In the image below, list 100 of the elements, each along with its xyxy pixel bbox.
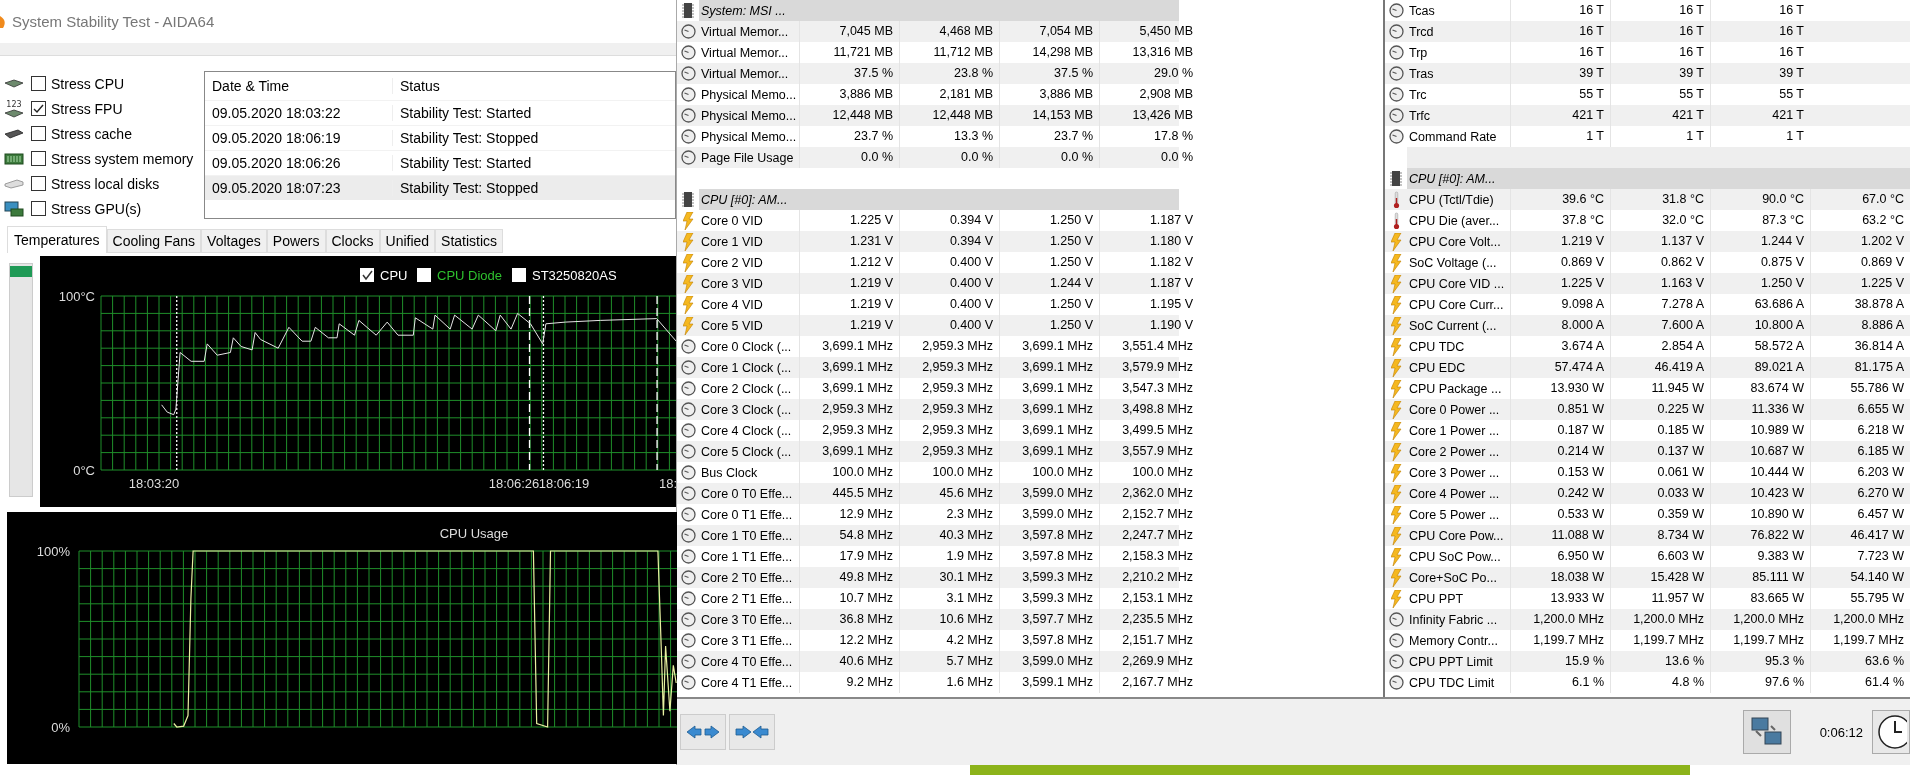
sensor-value: 0.400 V: [899, 315, 999, 336]
table-row[interactable]: Trfc 421 T 421 T 421 T: [1385, 105, 1910, 126]
sensor-value: 39 T: [1510, 63, 1610, 84]
sensor-value: 39 T: [1710, 63, 1810, 84]
sensor-value: 0.394 V: [899, 231, 999, 252]
log-row[interactable]: 09.05.2020 18:06:19 Stability Test: Stopped: [205, 125, 675, 150]
arrows-in-button[interactable]: [729, 714, 775, 750]
checkbox[interactable]: [31, 151, 46, 166]
table-row[interactable]: Tras 39 T 39 T 39 T: [1385, 63, 1910, 84]
gauge-icon: [680, 528, 696, 543]
tab[interactable]: Voltages: [201, 229, 267, 253]
column-header[interactable]: Status: [393, 78, 440, 94]
table-row[interactable]: CPU EDC 57.474 A 46.419 A 89.021 A 81.175 A: [1385, 357, 1910, 378]
table-row[interactable]: Trcd 16 T 16 T 16 T: [1385, 21, 1910, 42]
legend-checkbox[interactable]: [416, 268, 431, 282]
legend-label: CPU Diode: [436, 268, 502, 283]
legend-checkbox[interactable]: [359, 268, 374, 282]
scroll-bar[interactable]: [9, 263, 33, 497]
table-row[interactable]: Core 4 Power ... 0.242 W 0.033 W 10.423 W 6.270 W: [1385, 483, 1910, 504]
sensor-value: 49.8 MHz: [799, 567, 899, 588]
sensor-label: Memory Contr...: [1408, 633, 1499, 648]
sensor-value: 1.6 MHz: [899, 672, 999, 693]
legend-label: ST3250820AS: [531, 268, 617, 283]
sensor-value: 8.000 A: [1510, 315, 1610, 336]
table-row[interactable]: Core 4 T1 Effe... 9.2 MHz 1.6 MHz 3,599.1 MHz 2,167.7 MHz: [677, 672, 1383, 693]
table-row[interactable]: Core 2 Power ... 0.214 W 0.137 W 10.687 W 6.185 W: [1385, 441, 1910, 462]
checkbox-label: Stress CPU: [51, 75, 125, 92]
gauge-icon: [680, 507, 696, 522]
sensor-value: 3,579.9 MHz: [1099, 357, 1199, 378]
sensor-label: Core 2 T1 Effe...: [700, 591, 794, 606]
sensor-value: 63.6 %: [1810, 651, 1910, 672]
table-row[interactable]: SoC Current (... 8.000 A 7.600 A 10.800 A 8.886 A: [1385, 315, 1910, 336]
gauge-icon: [680, 486, 696, 501]
sensor-label: Core 3 Clock (...: [700, 402, 793, 417]
gauge-icon: [680, 591, 696, 606]
sensor-value: 0.400 V: [899, 273, 999, 294]
log-row[interactable]: 09.05.2020 18:07:23 Stability Test: Stopped: [205, 175, 675, 200]
table-row[interactable]: CPU TDC Limit 6.1 % 4.8 % 97.6 % 61.4 %: [1385, 672, 1910, 693]
lightning-icon: [682, 316, 694, 335]
sensor-value: 57.474 A: [1510, 357, 1610, 378]
sensor-label: Physical Memo...: [700, 129, 798, 144]
table-row[interactable]: CPU PPT Limit 15.9 % 13.6 % 95.3 % 63.6 %: [1385, 651, 1910, 672]
sensor-value: 3,599.1 MHz: [999, 672, 1099, 693]
sensor-value: 16 T: [1710, 21, 1810, 42]
sensor-value: 54.8 MHz: [799, 525, 899, 546]
tab[interactable]: Cooling Fans: [106, 229, 202, 253]
sensor-value: 1.244 V: [999, 273, 1099, 294]
lightning-icon: [1390, 358, 1402, 377]
legend-checkbox[interactable]: [511, 268, 526, 282]
sensor-value: 11.088 W: [1510, 525, 1610, 546]
table-row[interactable]: Core+SoC Po... 18.038 W 15.428 W 85.111 W 54.140 W: [1385, 567, 1910, 588]
checkbox[interactable]: [31, 126, 46, 141]
sensor-value: 12,448 MB: [899, 105, 999, 126]
thermometer-icon: [1392, 211, 1400, 230]
table-row[interactable]: Infinity Fabric ... 1,200.0 MHz 1,200.0 MHz 1,200.0 MHz 1,200.0 MHz: [1385, 609, 1910, 630]
gauge-icon: [680, 633, 696, 648]
checkbox[interactable]: [31, 176, 46, 191]
sensor-label: CPU PPT: [1408, 591, 1465, 606]
tab[interactable]: Statistics: [435, 229, 504, 253]
table-row[interactable]: CPU Core Pow... 11.088 W 8.734 W 76.822 W 46.417 W: [1385, 525, 1910, 546]
axis-label: 0%: [51, 720, 70, 735]
gauge-icon: [680, 381, 696, 396]
sensor-label: Tras: [1408, 66, 1435, 81]
tab[interactable]: Unified: [379, 229, 436, 253]
sensor-label: Core 1 T1 Effe...: [700, 549, 794, 564]
checkbox[interactable]: [31, 76, 46, 91]
lightning-icon: [1390, 421, 1402, 440]
lightning-icon: [682, 211, 694, 230]
lightning-icon: [682, 295, 694, 314]
column-header[interactable]: Date & Time: [205, 78, 393, 94]
lightning-icon: [1390, 274, 1402, 293]
sensor-label: Command Rate: [1408, 129, 1498, 144]
sensor-label: Trc: [1408, 87, 1428, 102]
table-row[interactable]: CPU Core Volt... 1.219 V 1.137 V 1.244 V 1.202 V: [1385, 231, 1910, 252]
sensor-label: Core 2 Power ...: [1408, 444, 1501, 459]
gauge-icon: [1388, 108, 1404, 123]
sensor-value: 46.417 W: [1810, 525, 1910, 546]
log-row[interactable]: 09.05.2020 18:03:22 Stability Test: Started: [205, 100, 675, 125]
table-row[interactable]: CPU (Tctl/Tdie) 39.6 °C 31.8 °C 90.0 °C 67.0 °C: [1385, 189, 1910, 210]
sensor-value: 3,699.1 MHz: [999, 441, 1099, 462]
table-row[interactable]: CPU Core VID ... 1.225 V 1.163 V 1.250 V 1.225 V: [1385, 273, 1910, 294]
tab[interactable]: Temperatures: [7, 226, 107, 253]
sensor-value: 45.6 MHz: [899, 483, 999, 504]
sensor-label: Core 1 Clock (...: [700, 360, 793, 375]
sensor-value: 3,599.3 MHz: [999, 567, 1099, 588]
network-button[interactable]: [1742, 710, 1791, 754]
sensor-label: Core 0 T0 Effe...: [700, 486, 794, 501]
sensor-label: Core 5 Clock (...: [700, 444, 793, 459]
clock-button[interactable]: [1872, 710, 1910, 754]
table-cell-text: Stability Test: Stopped: [399, 130, 539, 146]
sensor-label: Virtual Memor...: [700, 66, 790, 81]
gauge-icon: [1388, 654, 1404, 669]
checkbox[interactable]: [31, 201, 46, 216]
tab[interactable]: Clocks: [325, 229, 380, 253]
sensor-value: 15.428 W: [1610, 567, 1710, 588]
table-row[interactable]: Core 0 Power ... 0.851 W 0.225 W 11.336 W 6.655 W: [1385, 399, 1910, 420]
sensor-label: CPU PPT Limit: [1408, 654, 1494, 669]
arrows-out-button[interactable]: [680, 714, 726, 750]
checkbox[interactable]: [31, 101, 46, 116]
tab[interactable]: Powers: [266, 229, 326, 253]
